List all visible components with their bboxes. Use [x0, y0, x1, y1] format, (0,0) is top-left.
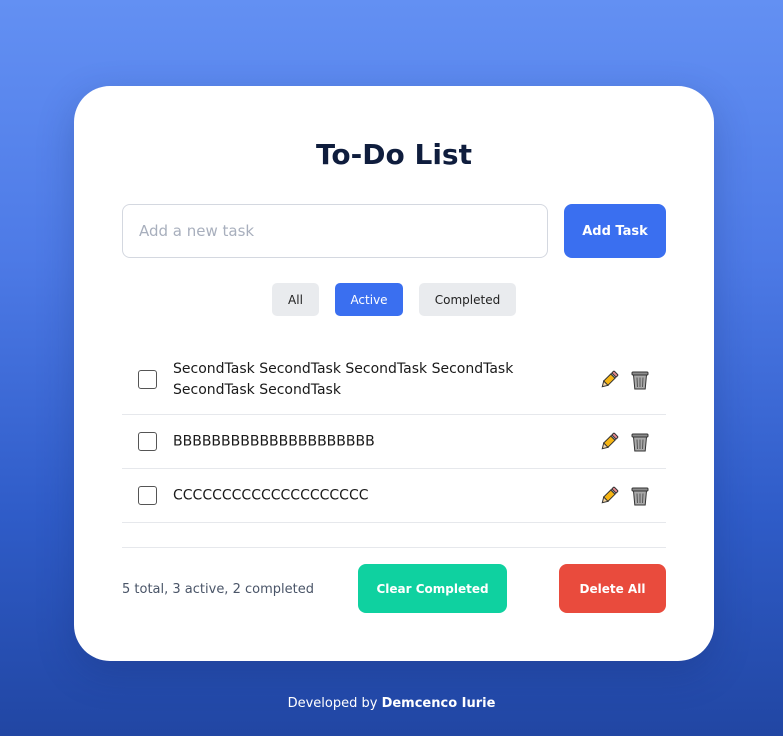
clear-completed-button[interactable]: Clear Completed	[358, 564, 507, 613]
task-item: SecondTask SecondTask SecondTask SecondT…	[122, 346, 666, 415]
task-stats: 5 total, 3 active, 2 completed	[122, 582, 314, 597]
task-text: CCCCCCCCCCCCCCCCCCCC	[173, 487, 369, 503]
footer-author: Demcenco Iurie	[381, 696, 496, 711]
filter-bar: All Active Completed	[74, 283, 714, 316]
page-footer: Developed by Demcenco Iurie	[0, 695, 783, 713]
new-task-input[interactable]	[122, 204, 548, 258]
todo-card: To-Do List Add Task All Active Completed…	[74, 86, 714, 661]
task-item: BBBBBBBBBBBBBBBBBBBBB	[122, 415, 666, 469]
trash-icon[interactable]	[629, 431, 651, 453]
task-checkbox[interactable]	[138, 370, 157, 389]
filter-completed-button[interactable]: Completed	[419, 283, 516, 316]
footer-prefix: Developed by	[287, 696, 378, 711]
delete-all-button[interactable]: Delete All	[559, 564, 666, 613]
trash-icon[interactable]	[629, 485, 651, 507]
task-item: CCCCCCCCCCCCCCCCCCCC	[122, 469, 666, 523]
footer-divider	[122, 547, 666, 548]
pencil-icon[interactable]	[598, 431, 620, 453]
pencil-icon[interactable]	[598, 369, 620, 391]
task-checkbox[interactable]	[138, 485, 157, 505]
task-list: SecondTask SecondTask SecondTask SecondT…	[122, 346, 666, 523]
task-text: SecondTask SecondTask SecondTask SecondT…	[173, 361, 514, 398]
page-title: To-Do List	[316, 138, 472, 171]
filter-all-button[interactable]: All	[272, 283, 319, 316]
task-checkbox[interactable]	[138, 431, 157, 451]
trash-icon[interactable]	[629, 369, 651, 391]
add-task-button[interactable]: Add Task	[564, 204, 666, 258]
task-text: BBBBBBBBBBBBBBBBBBBBB	[173, 433, 375, 449]
filter-active-button[interactable]: Active	[335, 283, 403, 316]
pencil-icon[interactable]	[598, 485, 620, 507]
